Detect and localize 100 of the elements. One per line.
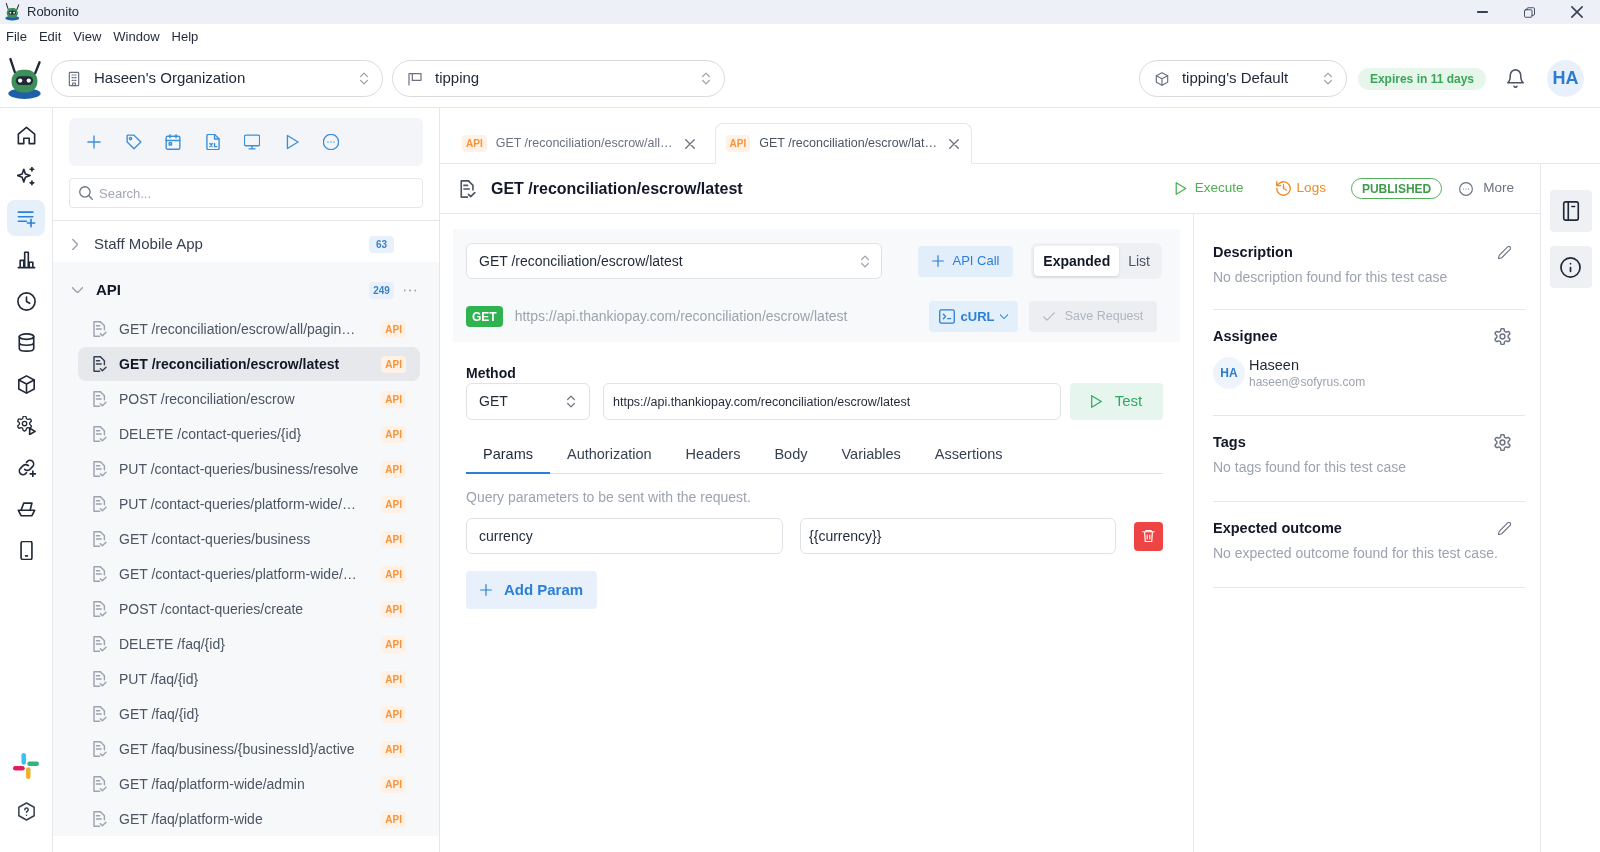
view-mode-tab[interactable]: Expanded — [1034, 246, 1120, 276]
api-badge: API — [381, 460, 406, 478]
file-check-icon — [93, 426, 107, 442]
api-badge: API — [381, 320, 406, 338]
tree-item[interactable]: GET /contact-queries/business API — [78, 522, 420, 556]
help-icon — [17, 801, 35, 821]
method-select[interactable]: GET — [466, 383, 590, 420]
menu-item[interactable]: File — [1, 27, 32, 47]
count-badge: 63 — [369, 235, 394, 253]
organization-select[interactable]: Haseen's Organization — [51, 60, 383, 97]
editor-tab[interactable]: API GET /reconciliation/escrow/all… — [452, 123, 707, 164]
tree-item[interactable]: GET /faq/platform-wide/admin API — [78, 767, 420, 801]
api-badge: API — [725, 135, 751, 152]
more-button[interactable]: More — [1459, 178, 1514, 199]
tree-item[interactable]: GET /contact-queries/platform-wide/… API — [78, 557, 420, 591]
menu-item[interactable]: Help — [166, 27, 204, 47]
bar-chart-icon — [16, 250, 36, 269]
section-title: Expected outcome — [1213, 519, 1342, 538]
file-check-icon — [93, 531, 107, 547]
api-badge: API — [381, 740, 406, 758]
url-field[interactable]: https://api.thankiopay.com/reconciliation/escrow/latest — [603, 383, 1061, 420]
tree-item[interactable]: PUT /contact-queries/business/resolve API — [78, 452, 420, 486]
file-check-icon — [93, 776, 107, 792]
request-tab[interactable]: Authorization — [549, 438, 669, 474]
close-icon[interactable] — [684, 138, 695, 149]
info-button[interactable] — [1549, 246, 1592, 288]
delete-param-button[interactable] — [1134, 521, 1163, 551]
tag-icon[interactable] — [125, 134, 142, 150]
add-api-call-button[interactable]: API Call — [918, 245, 1013, 277]
minimize-icon — [1477, 11, 1488, 13]
close-icon[interactable] — [948, 138, 959, 149]
file-check-icon — [93, 321, 107, 337]
up-down-chevron-icon — [861, 254, 869, 268]
tree-group-label[interactable]: Staff Mobile App — [94, 232, 203, 256]
tree-item[interactable]: GET /reconciliation/escrow/latest API — [78, 347, 420, 381]
terminal-icon — [938, 309, 955, 324]
add-param-button[interactable]: Add Param — [466, 571, 597, 609]
file-check-icon — [93, 706, 107, 722]
up-down-chevron-icon — [702, 72, 710, 85]
edit-icon[interactable] — [1498, 245, 1511, 259]
history-icon — [1275, 181, 1291, 196]
request-tab[interactable]: Variables — [824, 438, 918, 474]
plus-icon — [931, 255, 944, 267]
tree-item[interactable]: POST /reconciliation/escrow API — [78, 382, 420, 416]
curl-button[interactable]: cURL — [929, 301, 1018, 332]
chevron-right-icon[interactable] — [72, 238, 78, 250]
file-check-icon — [93, 356, 107, 372]
environment-select[interactable]: tipping's Default — [1138, 60, 1347, 97]
tree-item[interactable]: PUT /contact-queries/platform-wide/… API — [78, 487, 420, 521]
gear-play-icon — [16, 416, 36, 435]
settings-icon[interactable] — [1494, 433, 1511, 451]
param-key-field[interactable]: currency — [466, 518, 784, 554]
method-badge: GET — [466, 306, 503, 327]
editor-tab[interactable]: API GET /reconciliation/escrow/lat… — [714, 123, 972, 164]
calendar-icon[interactable] — [165, 134, 181, 150]
menu-item[interactable]: View — [68, 27, 107, 47]
tree-group-label[interactable]: API — [96, 278, 121, 302]
tree-item[interactable]: DELETE /faq/{id} API — [78, 627, 420, 661]
sparkles-icon — [16, 167, 36, 186]
panel-toggle-button[interactable] — [1549, 190, 1592, 232]
bell-icon[interactable] — [1506, 69, 1525, 88]
request-select[interactable]: GET /reconciliation/escrow/latest — [466, 243, 882, 279]
api-badge: API — [381, 810, 406, 828]
settings-icon[interactable] — [1494, 327, 1511, 345]
api-badge: API — [381, 565, 406, 583]
tree-item[interactable]: GET /faq/platform-wide API — [78, 802, 420, 836]
up-down-chevron-icon — [1323, 72, 1332, 85]
request-tab[interactable]: Params — [466, 438, 550, 474]
user-avatar[interactable]: HA — [1547, 60, 1584, 97]
tree-item[interactable]: GET /faq/business/{businessId}/active API — [78, 732, 420, 766]
menu-item[interactable]: Edit — [33, 27, 67, 47]
section-text: No description found for this test case — [1213, 268, 1448, 286]
file-check-icon — [93, 496, 107, 512]
view-mode-tab[interactable]: List — [1119, 246, 1159, 276]
request-tab[interactable]: Body — [757, 438, 825, 474]
list-plus-icon — [16, 208, 36, 228]
tree-item[interactable]: GET /faq/{id} API — [78, 697, 420, 731]
file-check-icon — [93, 741, 107, 757]
side-panel-icon — [1561, 201, 1580, 221]
hash-logo-icon — [13, 753, 39, 779]
param-value-field[interactable]: {{currency}} — [800, 518, 1117, 554]
home-icon — [16, 125, 36, 145]
file-check-icon — [93, 461, 107, 477]
tree-item[interactable]: PUT /faq/{id} API — [78, 662, 420, 696]
info-icon — [1560, 256, 1581, 278]
tree-item[interactable]: GET /reconciliation/escrow/all/pagin… API — [78, 312, 420, 346]
spreadsheet-file-icon[interactable] — [204, 134, 221, 150]
up-down-chevron-icon — [567, 395, 575, 408]
search-field[interactable]: Search... — [69, 178, 423, 208]
menu-item[interactable]: Window — [108, 27, 165, 47]
chevron-down-icon — [1000, 314, 1009, 319]
tree-item[interactable]: DELETE /contact-queries/{id} API — [78, 417, 420, 451]
more-dots-icon[interactable] — [404, 288, 416, 292]
project-select[interactable]: tipping — [392, 60, 725, 97]
request-tab[interactable]: Assertions — [917, 438, 1020, 474]
edit-icon[interactable] — [1498, 521, 1511, 535]
tree-item[interactable]: POST /contact-queries/create API — [78, 592, 420, 626]
monitor-icon[interactable] — [244, 134, 260, 150]
request-tab[interactable]: Headers — [668, 438, 758, 474]
api-badge: API — [381, 775, 406, 793]
